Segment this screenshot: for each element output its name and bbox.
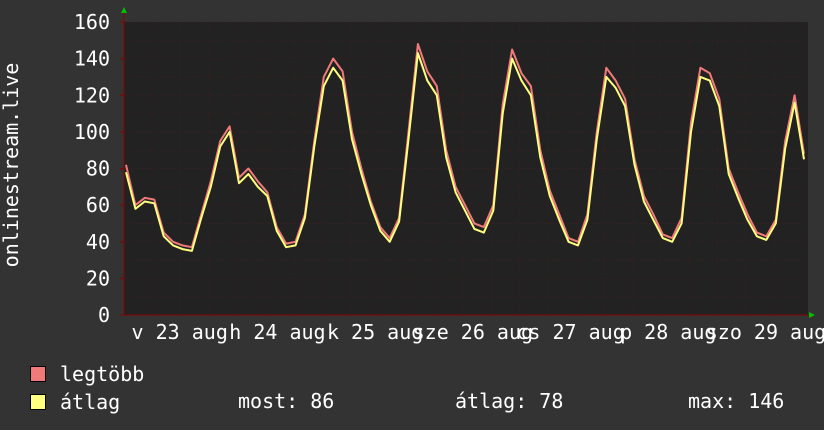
- y-tick-label: 140: [74, 47, 110, 71]
- max-swatch: [30, 366, 46, 382]
- y-tick-label: 100: [74, 120, 110, 144]
- x-tick-label: sze 26 aug: [413, 320, 533, 344]
- x-tick-label: szo 29 aug: [706, 320, 824, 344]
- legend-label-avg: átlag: [60, 390, 121, 414]
- y-tick-label: 80: [86, 157, 110, 181]
- y-tick-label: 20: [86, 266, 110, 290]
- line-chart: 0 20 40 60 80 100 120 140 160 v 23 aug h 24 aug k 2…: [0, 7, 824, 344]
- y-tick-label: 60: [86, 193, 110, 217]
- legend-item-max: legtöbb: [30, 361, 144, 387]
- y-tick-label: 40: [86, 230, 110, 254]
- y-tick-label: 0: [98, 303, 110, 327]
- y-axis-label: onlinestream.live: [0, 63, 23, 268]
- y-axis-arrow: [121, 7, 127, 13]
- x-axis-arrow: [809, 312, 815, 318]
- avg-swatch: [30, 394, 46, 410]
- stat-max: max: 146: [688, 389, 785, 413]
- x-tick-label: k 25 aug: [327, 320, 423, 344]
- chart-panel: 0 20 40 60 80 100 120 140 160 v 23 aug h 24 aug k 2…: [0, 0, 824, 430]
- x-tick-label: v 23 aug: [132, 320, 228, 344]
- legend-label-max: legtöbb: [60, 362, 145, 386]
- stat-now: most: 86: [238, 389, 335, 413]
- x-tick-label: h 24 aug: [229, 320, 325, 344]
- y-tick-label: 160: [74, 10, 110, 34]
- x-tick-label: cs 27 aug: [516, 320, 624, 344]
- x-tick-label: p 28 aug: [620, 320, 716, 344]
- stat-avg: átlag: 78: [455, 389, 564, 413]
- legend-item-avg: átlag: [30, 389, 120, 415]
- y-tick-label: 120: [74, 83, 110, 107]
